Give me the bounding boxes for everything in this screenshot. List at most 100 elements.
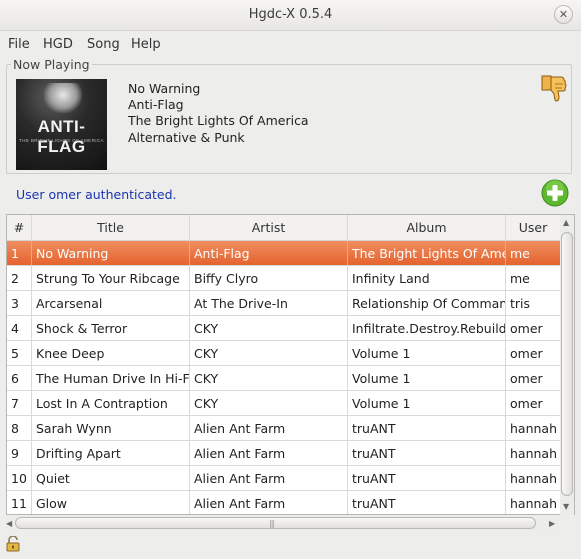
- table-row[interactable]: 1 No Warning Anti-Flag The Bright Lights Of…: [7, 241, 560, 266]
- cell-artist: CKY: [190, 316, 348, 340]
- cell-user: omer: [510, 396, 543, 411]
- cell-number: 11: [7, 491, 32, 514]
- cover-eagle-art: [44, 83, 82, 113]
- cell-title: No Warning: [32, 241, 190, 265]
- cell-artist: CKY: [190, 391, 348, 415]
- scroll-down-arrow-icon[interactable]: ▼: [563, 502, 569, 511]
- vertical-scrollbar[interactable]: ▲ ▼: [560, 215, 574, 515]
- column-header-album[interactable]: Album: [348, 215, 506, 240]
- cell-title: Strung To Your Ribcage: [32, 266, 190, 290]
- now-playing-artist: Anti-Flag: [128, 97, 184, 112]
- cell-number: 4: [7, 316, 32, 340]
- cell-user: omer: [510, 371, 543, 386]
- column-header-number[interactable]: #: [7, 215, 32, 240]
- cell-title: Glow: [32, 491, 190, 514]
- menu-bar: File HGD Song Help: [0, 31, 581, 55]
- cell-number: 10: [7, 466, 32, 490]
- cell-artist: CKY: [190, 341, 348, 365]
- cover-band-logo: ANTI-FLAG: [37, 117, 86, 156]
- cell-artist: Alien Ant Farm: [190, 416, 348, 440]
- cell-user: tris: [510, 296, 531, 311]
- cell-user: me: [510, 246, 530, 261]
- column-header-artist[interactable]: Artist: [190, 215, 348, 240]
- cell-album: Volume 1: [348, 341, 506, 365]
- cell-number: 7: [7, 391, 32, 415]
- cell-title: The Human Drive In Hi-Fi: [32, 366, 190, 390]
- cell-artist: Alien Ant Farm: [190, 491, 348, 514]
- cell-number: 3: [7, 291, 32, 315]
- cell-album: truANT: [348, 491, 506, 514]
- column-header-user[interactable]: User: [506, 215, 560, 240]
- menu-hgd[interactable]: HGD: [43, 37, 73, 52]
- cell-title: Drifting Apart: [32, 441, 190, 465]
- now-playing-label: Now Playing: [11, 57, 92, 72]
- column-header-title[interactable]: Title: [32, 215, 190, 240]
- table-row[interactable]: 11 Glow Alien Ant Farm truANT hannah: [7, 491, 560, 514]
- cell-album: The Bright Lights Of America: [348, 241, 506, 265]
- vote-off-button[interactable]: [539, 74, 567, 104]
- horizontal-scrollbar[interactable]: ◀ ||| ▶: [6, 516, 559, 530]
- scroll-up-arrow-icon[interactable]: ▲: [563, 218, 569, 227]
- cell-album: Relationship Of Command: [348, 291, 506, 315]
- cell-title: Arcarsenal: [32, 291, 190, 315]
- vertical-scroll-thumb[interactable]: [561, 232, 573, 496]
- table-header: # Title Artist Album User: [7, 215, 560, 241]
- cell-album: truANT: [348, 441, 506, 465]
- cell-album: truANT: [348, 416, 506, 440]
- title-bar: Hgdc-X 0.5.4 ✕: [0, 0, 581, 31]
- scroll-right-arrow-icon[interactable]: ▶: [549, 519, 555, 528]
- cell-title: Knee Deep: [32, 341, 190, 365]
- add-song-button[interactable]: [541, 179, 569, 207]
- thumbs-down-icon: [541, 75, 567, 102]
- close-button[interactable]: ✕: [554, 5, 573, 24]
- now-playing-genre: Alternative & Punk: [128, 130, 245, 145]
- cell-album: Volume 1: [348, 391, 506, 415]
- cell-album: Infiltrate.Destroy.Rebuild: [348, 316, 506, 340]
- cell-artist: At The Drive-In: [190, 291, 348, 315]
- table-row[interactable]: 9 Drifting Apart Alien Ant Farm truANT hanna…: [7, 441, 560, 466]
- album-cover: ANTI-FLAG THE BRIGHT LIGHTS OF AMERICA: [16, 79, 107, 170]
- cell-user: me: [510, 271, 530, 286]
- cell-number: 1: [7, 241, 32, 265]
- security-status[interactable]: [6, 535, 20, 552]
- cell-number: 5: [7, 341, 32, 365]
- playlist-table: # Title Artist Album User 1 No Warning Ant…: [6, 214, 575, 515]
- table-row[interactable]: 5 Knee Deep CKY Volume 1 omer: [7, 341, 560, 366]
- table-row[interactable]: 7 Lost In A Contraption CKY Volume 1 omer: [7, 391, 560, 416]
- cell-title: Lost In A Contraption: [32, 391, 190, 415]
- cell-user: omer: [510, 346, 543, 361]
- table-row[interactable]: 8 Sarah Wynn Alien Ant Farm truANT hannah: [7, 416, 560, 441]
- cell-artist: CKY: [190, 366, 348, 390]
- now-playing-album: The Bright Lights Of America: [128, 113, 309, 128]
- cell-title: Quiet: [32, 466, 190, 490]
- cell-number: 6: [7, 366, 32, 390]
- cell-user: hannah: [510, 421, 558, 436]
- cell-number: 8: [7, 416, 32, 440]
- horizontal-scroll-thumb[interactable]: |||: [15, 517, 536, 529]
- menu-song[interactable]: Song: [87, 37, 120, 52]
- cell-album: truANT: [348, 466, 506, 490]
- cell-artist: Anti-Flag: [190, 241, 348, 265]
- plus-icon: [541, 179, 569, 207]
- window-title: Hgdc-X 0.5.4: [248, 7, 333, 22]
- cell-artist: Alien Ant Farm: [190, 441, 348, 465]
- table-row[interactable]: 2 Strung To Your Ribcage Biffy Clyro Infini…: [7, 266, 560, 291]
- table-row[interactable]: 10 Quiet Alien Ant Farm truANT hannah: [7, 466, 560, 491]
- cover-album-subtitle: THE BRIGHT LIGHTS OF AMERICA: [19, 138, 104, 143]
- scroll-left-arrow-icon[interactable]: ◀: [6, 519, 12, 528]
- table-row[interactable]: 6 The Human Drive In Hi-Fi CKY Volume 1 omer: [7, 366, 560, 391]
- menu-file[interactable]: File: [8, 37, 30, 52]
- scroll-grip-icon: |||: [269, 519, 275, 528]
- cell-user: hannah: [510, 496, 558, 511]
- cell-user: hannah: [510, 471, 558, 486]
- cell-user: hannah: [510, 446, 558, 461]
- unlocked-padlock-icon: [6, 535, 20, 552]
- table-row[interactable]: 4 Shock & Terror CKY Infiltrate.Destroy.Reb…: [7, 316, 560, 341]
- menu-help[interactable]: Help: [131, 37, 161, 52]
- cell-album: Volume 1: [348, 366, 506, 390]
- cell-title: Shock & Terror: [32, 316, 190, 340]
- cell-title: Sarah Wynn: [32, 416, 190, 440]
- table-row[interactable]: 3 Arcarsenal At The Drive-In Relationship O…: [7, 291, 560, 316]
- cell-number: 9: [7, 441, 32, 465]
- cell-user: omer: [510, 321, 543, 336]
